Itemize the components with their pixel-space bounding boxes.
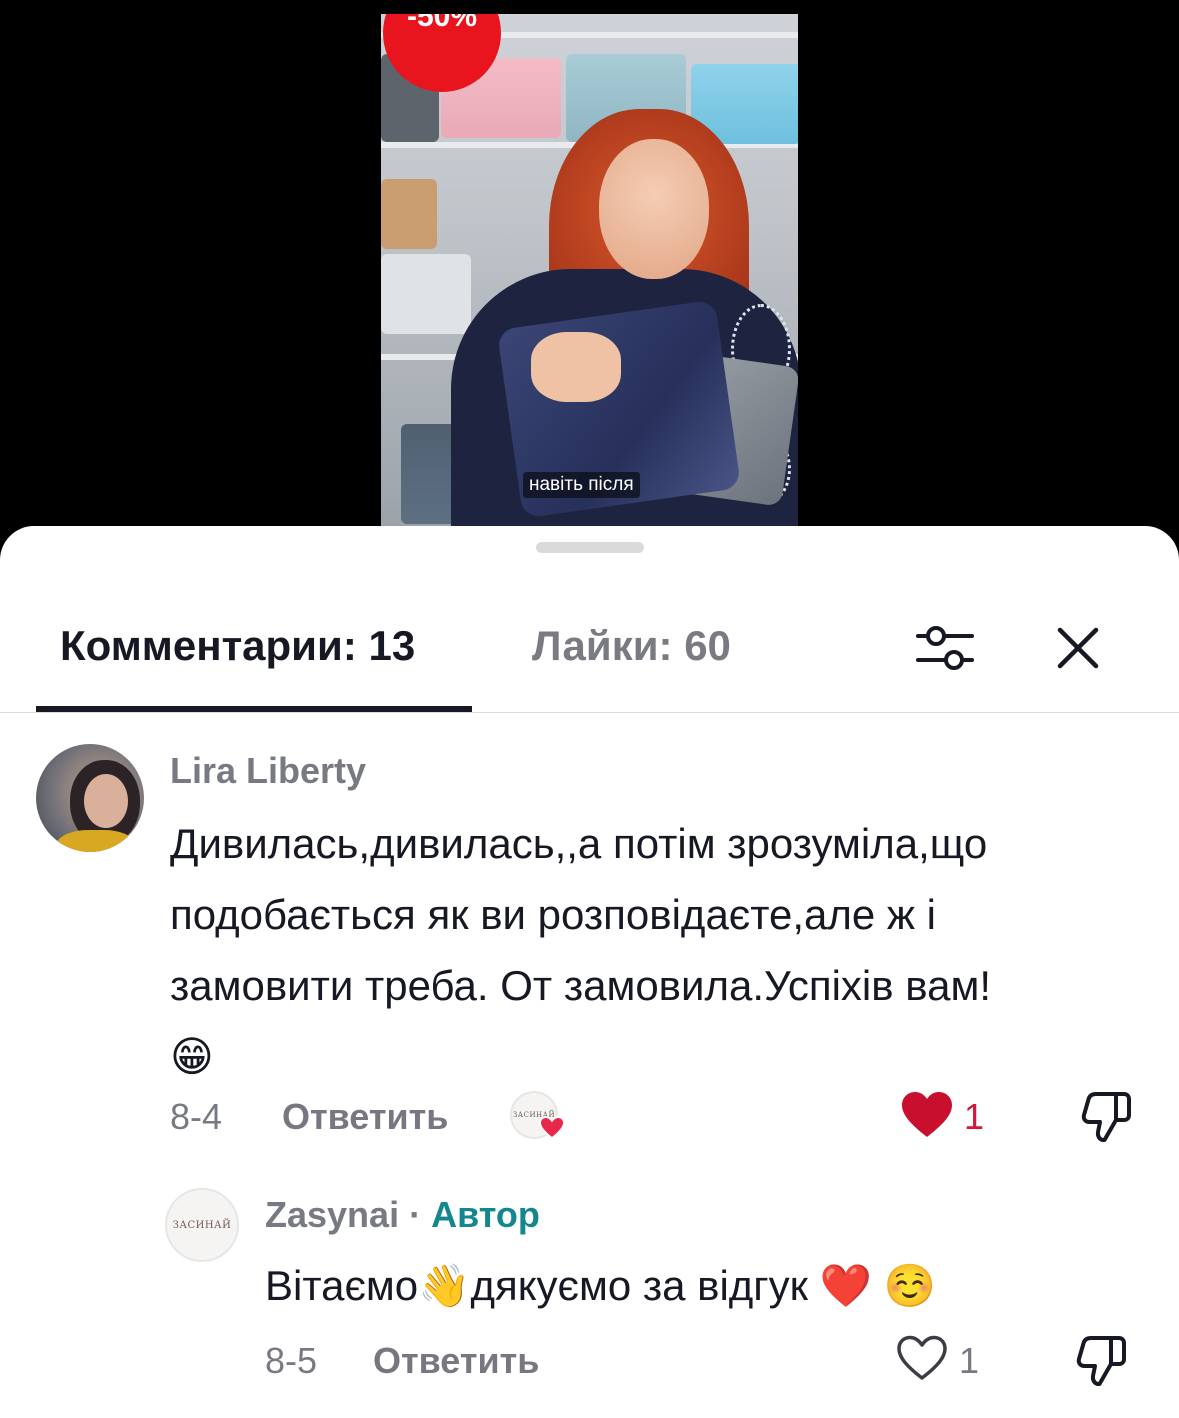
tab-likes[interactable]: Лайки: 60 [532,622,731,670]
heart-icon[interactable] [895,1334,949,1382]
like-count: 1 [964,1096,985,1137]
comment-username: Zasynai · Автор [265,1194,540,1235]
heart-icon[interactable] [900,1091,954,1139]
cardboard-box [381,179,437,249]
dislike-icon[interactable] [1075,1332,1129,1388]
tab-comments[interactable]: Комментарии: 13 [60,622,415,670]
close-icon [1057,627,1099,669]
sheet-drag-handle[interactable] [536,542,644,553]
comment-text: Дивилась,дивилась,,а потім зрозуміла,що … [170,808,991,1092]
presenter-face [599,139,709,279]
comments-sheet: Комментарии: 13 Лайки: 60 Lira Liberty Д… [0,526,1179,1418]
presenter-hand [531,332,621,402]
reply-button[interactable]: Ответить [373,1340,539,1382]
smiling-face-emoji: ☺️ [883,1261,936,1310]
avatar[interactable]: ЗАСИНАЙ [165,1188,239,1262]
comment-date: 8-4 [170,1096,223,1137]
tabs-divider [0,712,1179,713]
tab-bar: Комментарии: 13 Лайки: 60 [0,606,1179,714]
filter-button[interactable] [914,620,976,676]
grinning-emoji: 😁 [170,1032,214,1081]
dislike-icon[interactable] [1080,1088,1134,1144]
video-caption: навіть після [523,472,640,498]
red-heart-emoji: ❤️ [819,1261,872,1310]
avatar[interactable] [36,744,144,852]
video-frame[interactable]: -50% навіть після [381,14,798,540]
close-button[interactable] [1050,620,1106,676]
reply-username[interactable]: Zasynai [265,1194,399,1235]
author-tag: Автор [431,1194,540,1235]
waving-hand-emoji: 👋 [418,1261,471,1310]
like-count: 1 [959,1340,980,1381]
heart-icon [539,1116,565,1139]
storage-box [381,254,471,334]
comment-text: Вітаємо👋дякуємо за відгук ❤️ ☺️ [265,1250,936,1321]
video-player[interactable]: -50% навіть після [0,0,1179,560]
comment-username[interactable]: Lira Liberty [170,750,366,792]
filter-icon [916,626,974,670]
comment-date: 8-5 [265,1340,318,1381]
reply-button[interactable]: Ответить [282,1096,448,1138]
